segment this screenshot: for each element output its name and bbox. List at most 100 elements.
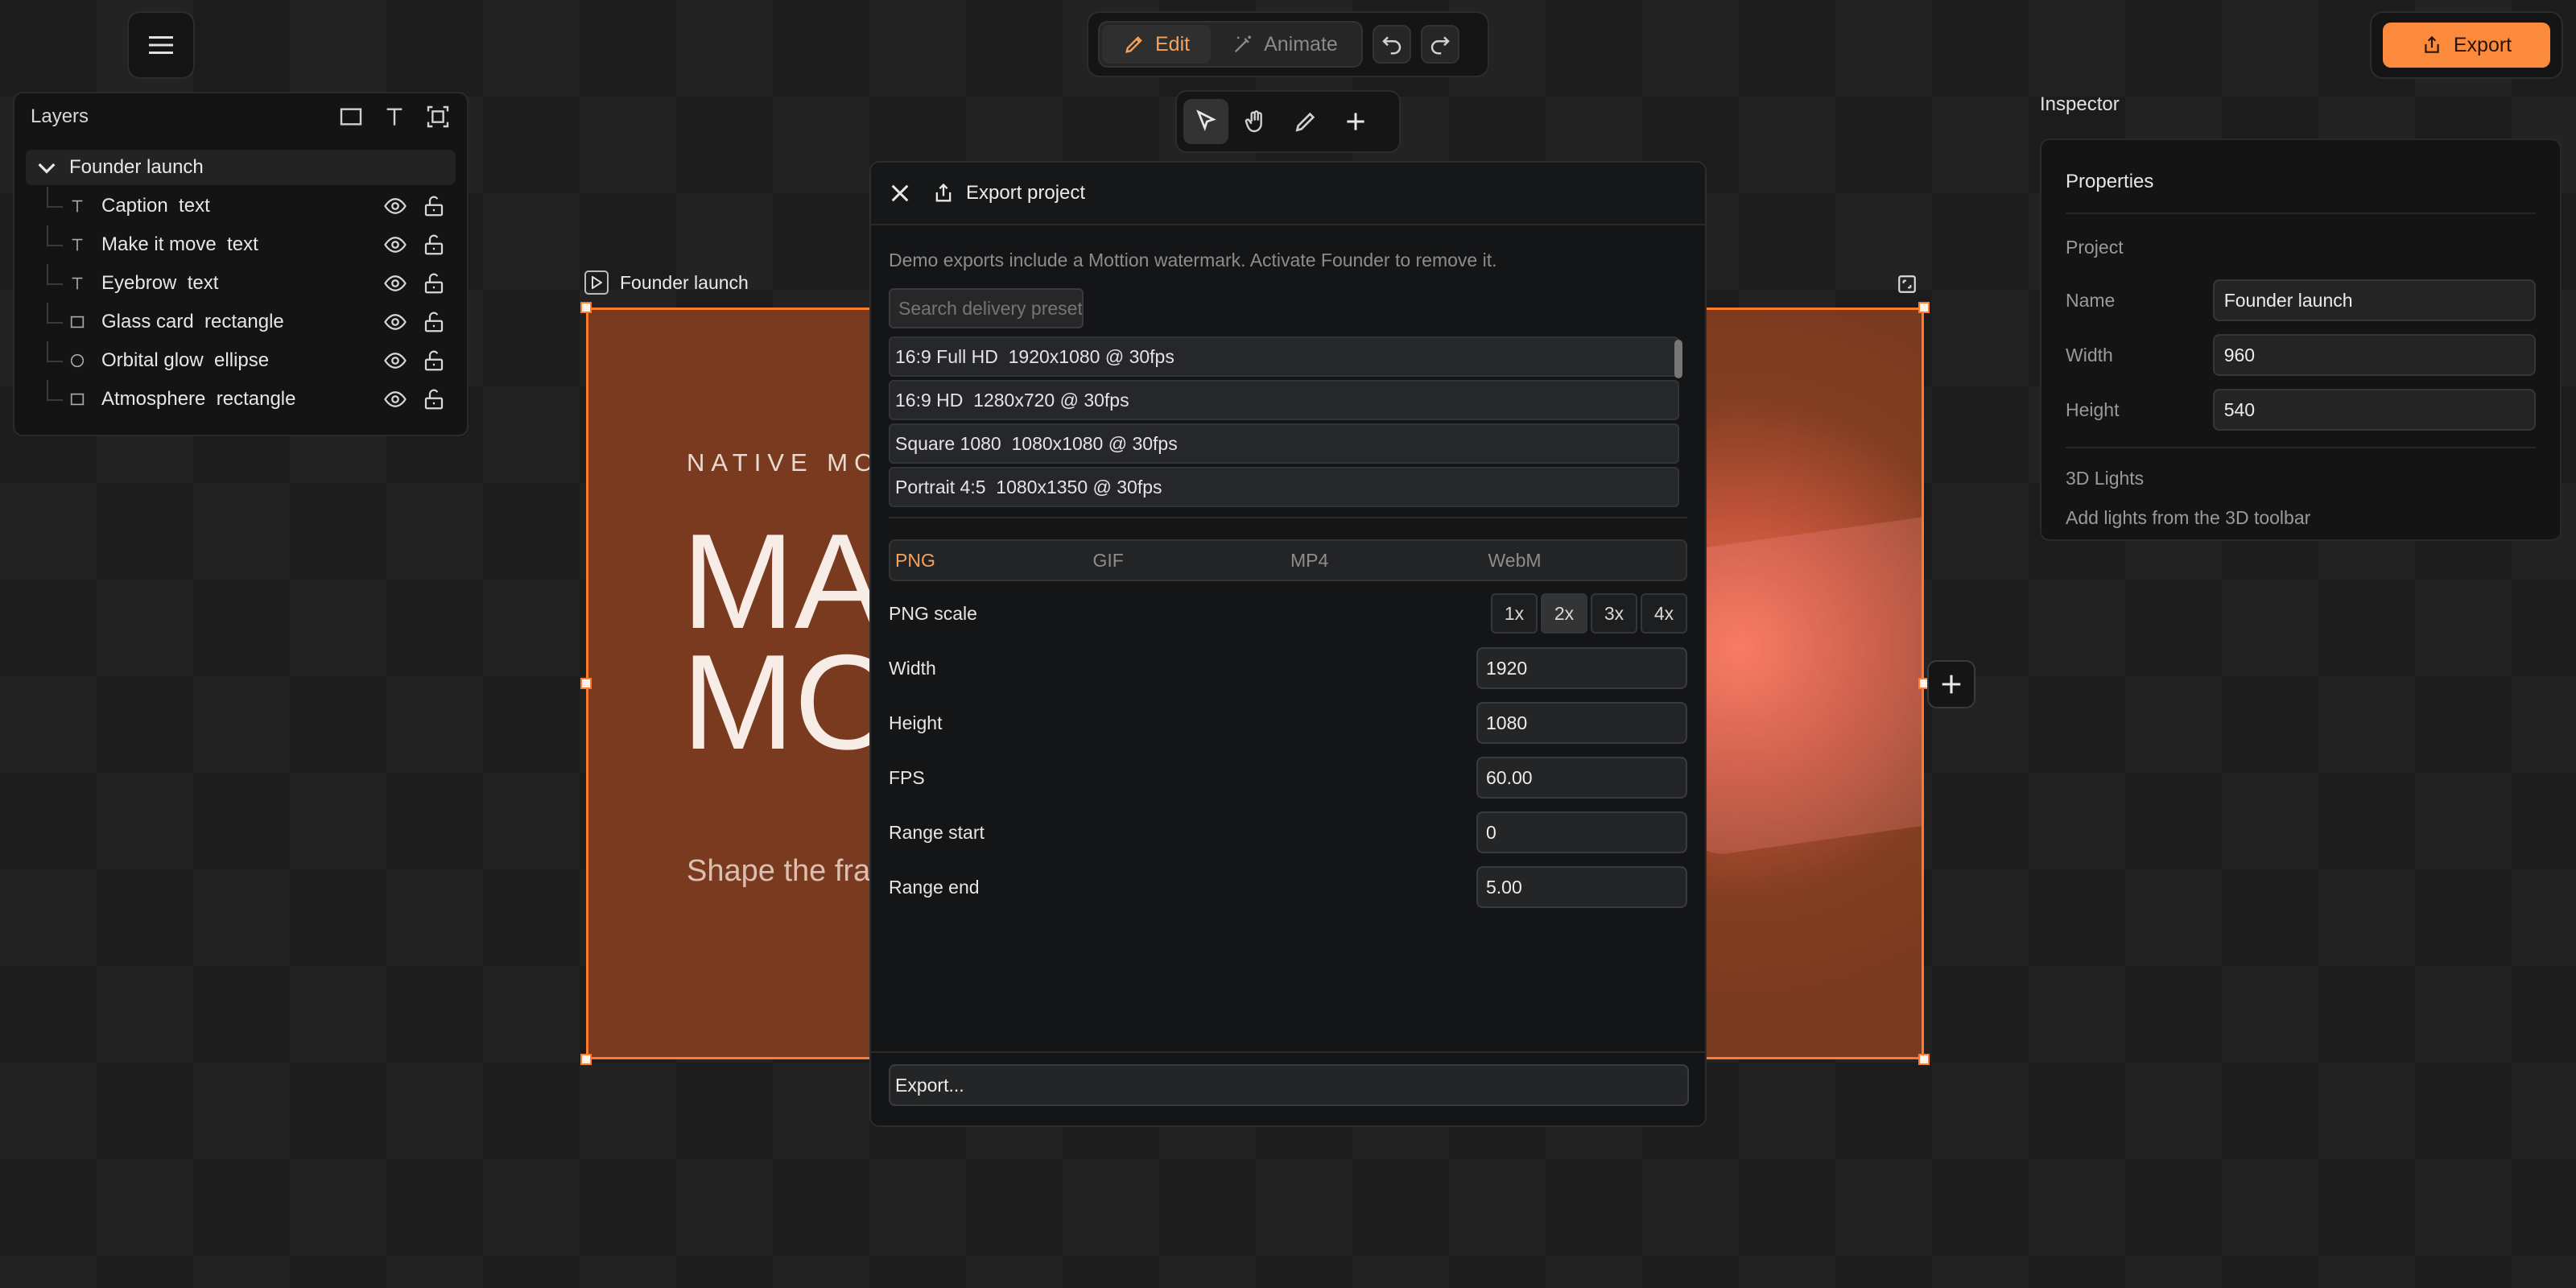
layer-row[interactable]: Caption text <box>14 187 467 225</box>
eye-icon[interactable] <box>383 349 407 373</box>
format-tab-mp4[interactable]: MP4 <box>1290 550 1488 572</box>
resize-handle[interactable] <box>580 678 592 689</box>
preset-item[interactable]: 16:9 Full HD 1920x1080 @ 30fps <box>889 336 1679 377</box>
preset-list: 16:9 Full HD 1920x1080 @ 30fps 16:9 HD 1… <box>889 336 1687 518</box>
caption-text: Shape the fra <box>687 854 871 888</box>
eye-icon[interactable] <box>383 194 407 218</box>
inspector-panel: Properties Project Name Founder launch W… <box>2040 138 2562 541</box>
name-field[interactable]: Founder launch <box>2212 279 2536 321</box>
lights-note: Add lights from the 3D toolbar <box>2066 507 2311 528</box>
dialog-footer: Export... <box>871 1051 1705 1125</box>
undo-button[interactable] <box>1372 25 1411 64</box>
hand-tool-button[interactable] <box>1233 99 1278 144</box>
export-height-label: Height <box>889 712 943 733</box>
inspector-title: Inspector <box>2040 93 2120 115</box>
dialog-export-button[interactable]: Export... <box>889 1064 1689 1106</box>
png-scale-label: PNG scale <box>889 602 977 624</box>
layer-row[interactable]: Make it move text <box>14 225 467 264</box>
layers-title: Layers <box>31 105 89 127</box>
lock-icon[interactable] <box>422 194 446 218</box>
preset-search-input[interactable] <box>889 288 1084 328</box>
layer-row[interactable]: Glass card rectangle <box>14 303 467 341</box>
preset-scrollbar[interactable] <box>1674 340 1682 378</box>
close-icon[interactable] <box>887 180 913 206</box>
eye-icon[interactable] <box>383 233 407 257</box>
height-field[interactable]: 540 <box>2212 389 2536 431</box>
share-icon <box>935 183 952 202</box>
layer-row[interactable]: Eyebrow text <box>14 264 467 303</box>
export-button-container: Export <box>2370 11 2563 79</box>
layer-group-founder-launch[interactable]: Founder launch <box>26 150 456 185</box>
ellipse-icon <box>70 353 85 368</box>
format-tab-gif[interactable]: GIF <box>1093 550 1291 572</box>
resize-handle[interactable] <box>580 302 592 313</box>
menu-button[interactable] <box>127 11 195 79</box>
mode-toolbar: Edit Animate <box>1087 11 1489 77</box>
export-button[interactable]: Export <box>2383 23 2550 68</box>
headline-line-2: MO <box>682 626 900 778</box>
name-label: Name <box>2066 289 2116 311</box>
height-label: Height <box>2066 398 2120 420</box>
rectangle-icon <box>70 316 85 328</box>
fps-label: FPS <box>889 766 925 788</box>
lock-icon[interactable] <box>422 349 446 373</box>
play-icon[interactable] <box>584 270 609 295</box>
layer-name: Atmosphere rectangle <box>101 388 296 410</box>
text-icon <box>72 238 83 251</box>
scale-3x-button[interactable]: 3x <box>1591 593 1637 634</box>
range-end-field[interactable]: 5.00 <box>1476 866 1687 908</box>
export-dialog: Export project Demo exports include a Mo… <box>869 161 1707 1127</box>
scale-2x-button[interactable]: 2x <box>1541 593 1587 634</box>
rectangle-icon <box>70 393 85 406</box>
hamburger-icon <box>149 36 173 54</box>
export-width-field[interactable]: 1920 <box>1476 647 1687 689</box>
pen-tool-button[interactable] <box>1283 99 1328 144</box>
range-start-label: Range start <box>889 821 985 843</box>
resize-handle[interactable] <box>1918 1054 1930 1065</box>
range-start-field[interactable]: 0 <box>1476 811 1687 853</box>
layer-name: Glass card rectangle <box>101 311 284 332</box>
preset-item[interactable]: 16:9 HD 1280x720 @ 30fps <box>889 380 1679 420</box>
eye-icon[interactable] <box>383 387 407 411</box>
lock-icon[interactable] <box>422 233 446 257</box>
project-section-label: Project <box>2066 237 2124 258</box>
animate-mode-button[interactable]: Animate <box>1211 25 1359 64</box>
redo-icon <box>1430 36 1450 55</box>
width-field[interactable]: 960 <box>2212 334 2536 376</box>
layer-row[interactable]: Atmosphere rectangle <box>14 380 467 419</box>
frame-label[interactable]: Founder launch <box>584 270 749 295</box>
plus-icon <box>1942 675 1961 694</box>
lock-icon[interactable] <box>422 271 446 295</box>
redo-button[interactable] <box>1420 25 1459 64</box>
lock-icon[interactable] <box>422 310 446 334</box>
format-tab-png[interactable]: PNG <box>895 550 1093 572</box>
eye-icon[interactable] <box>383 310 407 334</box>
text-icon[interactable] <box>382 104 407 130</box>
edit-mode-button[interactable]: Edit <box>1102 25 1212 64</box>
preset-item[interactable]: Square 1080 1080x1080 @ 30fps <box>889 423 1679 464</box>
lock-icon[interactable] <box>422 387 446 411</box>
resize-handle[interactable] <box>580 1054 592 1065</box>
resize-handle[interactable] <box>1918 302 1930 313</box>
mode-switch: Edit Animate <box>1098 21 1363 68</box>
plus-icon <box>1347 113 1364 130</box>
range-end-label: Range end <box>889 876 980 898</box>
fps-field[interactable]: 60.00 <box>1476 757 1687 799</box>
preset-item[interactable]: Portrait 4:5 1080x1350 @ 30fps <box>889 467 1679 507</box>
fit-icon[interactable] <box>1897 274 1918 295</box>
rectangle-icon[interactable] <box>338 104 364 130</box>
frame-icon[interactable] <box>425 104 451 130</box>
layer-name: Caption text <box>101 195 210 217</box>
add-frame-button[interactable] <box>1927 660 1975 708</box>
export-height-field[interactable]: 1080 <box>1476 702 1687 744</box>
layer-row[interactable]: Orbital glow ellipse <box>14 341 467 380</box>
scale-1x-button[interactable]: 1x <box>1491 593 1538 634</box>
select-tool-button[interactable] <box>1183 99 1228 144</box>
add-tool-button[interactable] <box>1333 99 1378 144</box>
scale-4x-button[interactable]: 4x <box>1641 593 1687 634</box>
format-tab-webm[interactable]: WebM <box>1488 550 1686 572</box>
chevron-down-icon[interactable] <box>34 155 60 180</box>
text-icon <box>72 200 83 213</box>
eye-icon[interactable] <box>383 271 407 295</box>
layer-name: Eyebrow text <box>101 272 219 294</box>
